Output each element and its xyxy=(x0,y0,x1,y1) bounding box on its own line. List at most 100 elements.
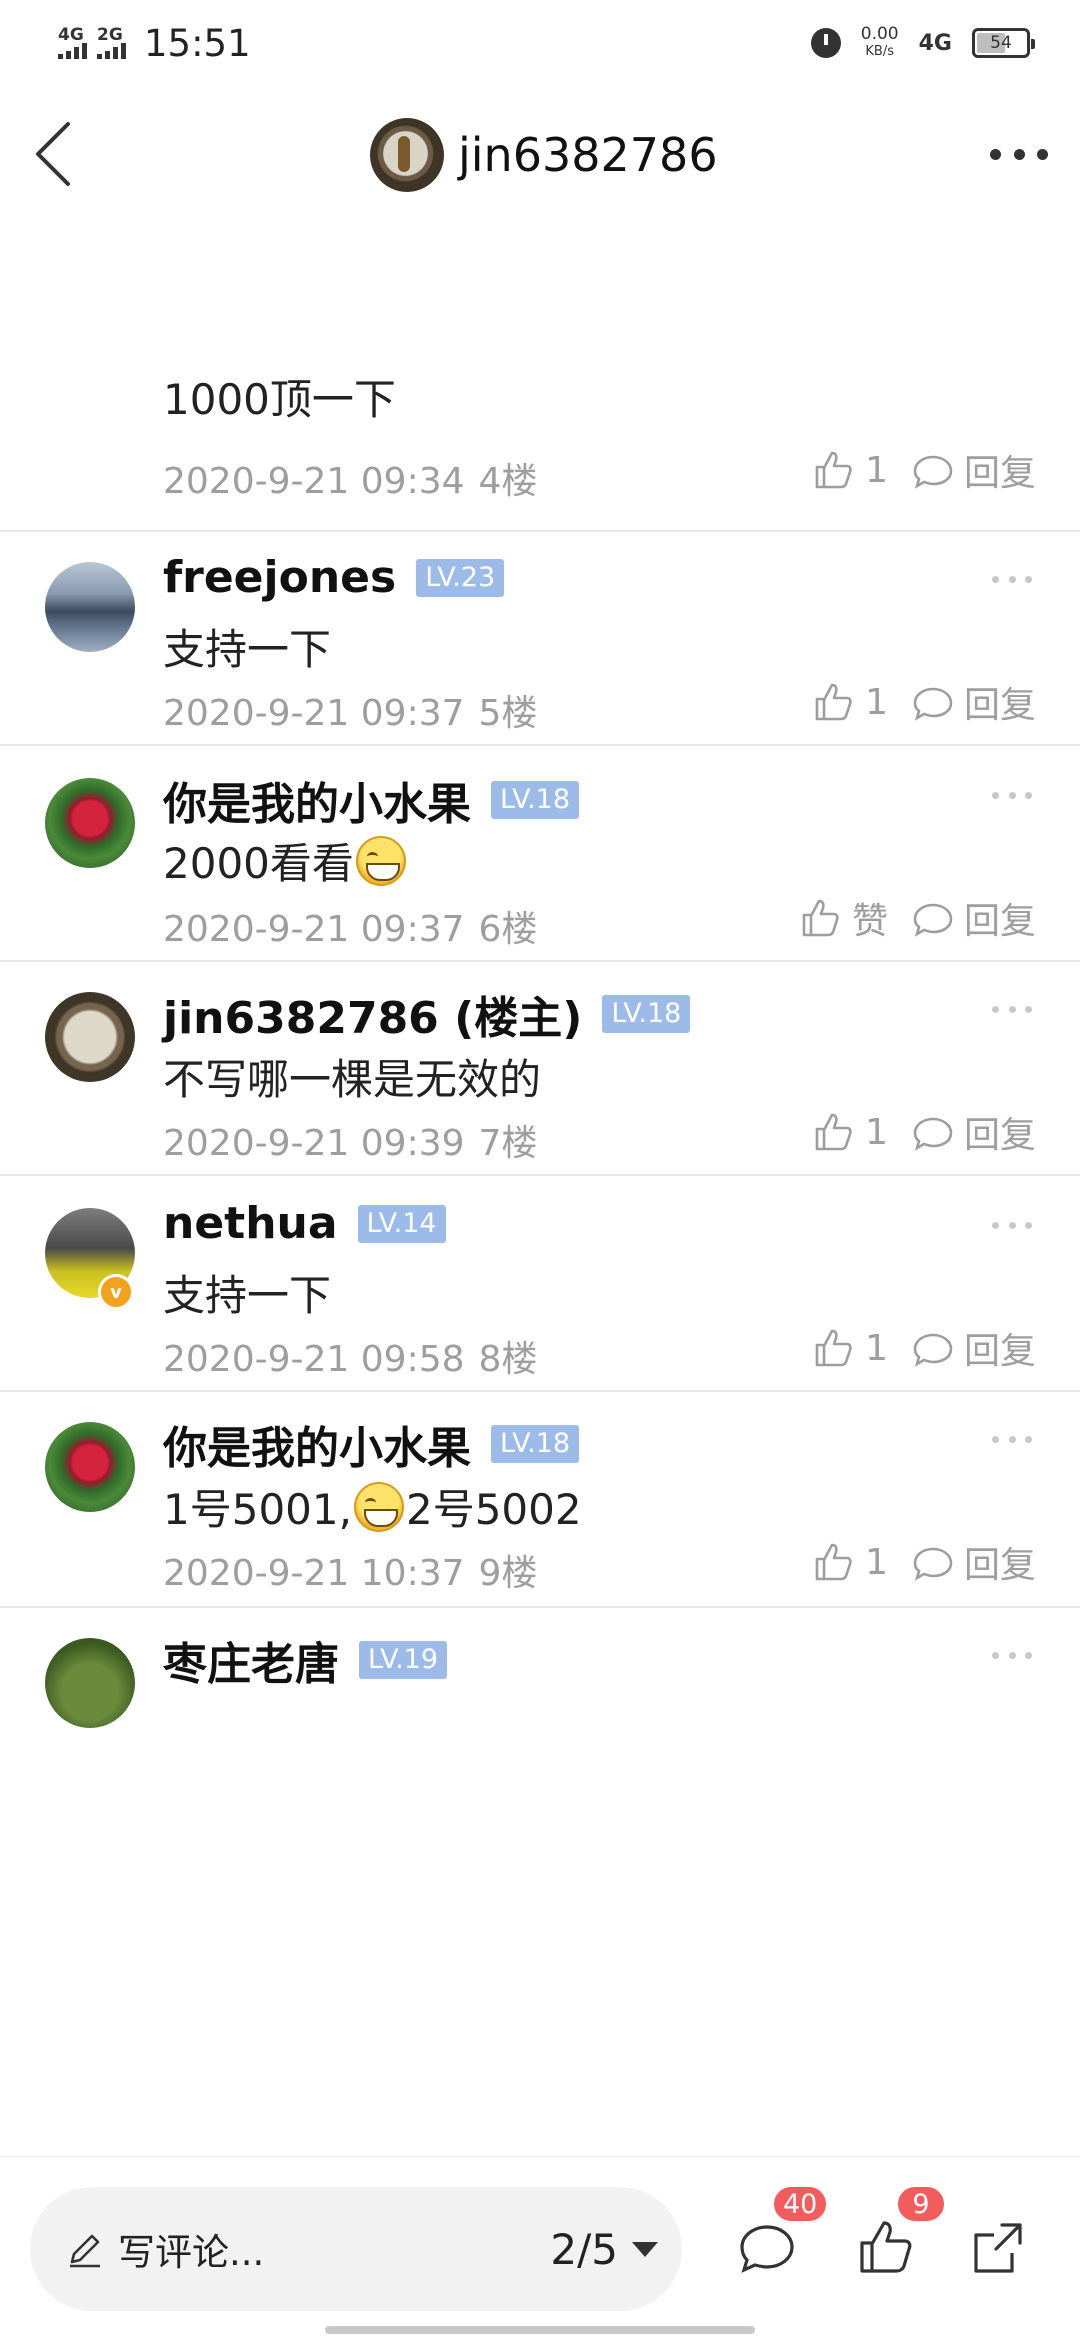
like-button[interactable]: 1 xyxy=(809,1325,888,1371)
signal-1-icon: 4G xyxy=(58,27,87,59)
level-badge: LV.18 xyxy=(491,781,580,819)
reply-label: 回复 xyxy=(963,1115,1036,1156)
comment-text: 1000顶一下 xyxy=(163,375,396,424)
back-button[interactable] xyxy=(24,114,96,194)
comment-floor: 6楼 xyxy=(478,909,538,950)
home-indicator[interactable] xyxy=(325,2326,755,2334)
comment-text: 2000看看 xyxy=(163,830,408,891)
user-avatar[interactable] xyxy=(45,992,135,1082)
comment-actions: 1 回复 xyxy=(809,444,1036,496)
reply-button[interactable]: 回复 xyxy=(910,676,1036,728)
username[interactable]: freejones xyxy=(163,552,396,603)
reply-button[interactable]: 回复 xyxy=(910,892,1036,944)
pen-icon xyxy=(64,2228,106,2270)
title-group[interactable]: jin6382786 xyxy=(370,118,718,192)
share-button[interactable] xyxy=(966,2215,1032,2281)
user-avatar[interactable] xyxy=(45,1422,135,1512)
network-type: 4G xyxy=(918,30,952,56)
reply-button[interactable]: 回复 xyxy=(910,1536,1036,1588)
author-avatar[interactable] xyxy=(370,118,444,192)
status-bar: 4G 2G 15:51 0.00 KB/s 4G 54 xyxy=(0,0,1080,86)
reply-button[interactable]: 回复 xyxy=(910,1322,1036,1374)
reply-bubble-icon xyxy=(910,1325,956,1371)
like-button[interactable]: 赞 xyxy=(796,892,888,944)
comment-floor: 8楼 xyxy=(478,1339,538,1380)
name-row: jin6382786 (楼主) LV.18 xyxy=(163,982,691,1046)
page-indicator[interactable]: 2/5 xyxy=(550,2225,618,2274)
caret-down-icon[interactable] xyxy=(632,2241,658,2257)
comment-actions: 1 回复 xyxy=(809,676,1036,728)
comment-date: 2020-9-21 10:37 xyxy=(163,1553,465,1594)
status-right: 0.00 KB/s 4G 54 xyxy=(810,24,1035,60)
more-dots-icon xyxy=(992,1652,999,1659)
user-avatar[interactable] xyxy=(45,1638,135,1728)
comment-text-part-1: 1号5001, xyxy=(163,1485,352,1534)
like-count: 1 xyxy=(865,1111,888,1153)
like-button[interactable]: 1 xyxy=(809,447,888,493)
comment-more-button[interactable] xyxy=(992,1222,1032,1230)
username[interactable]: nethua xyxy=(163,1198,338,1249)
username[interactable]: 枣庄老唐 xyxy=(163,1628,339,1692)
like-icon xyxy=(809,1325,855,1371)
comment-item: jin6382786 (楼主) LV.18 不写哪一棵是无效的 2020-9-2… xyxy=(0,962,1080,1176)
comment-text: 支持一下 xyxy=(163,625,332,674)
name-row: freejones LV.23 xyxy=(163,552,505,603)
like-button[interactable]: 1 xyxy=(809,1539,888,1585)
level-badge: LV.19 xyxy=(359,1641,448,1679)
username[interactable]: 你是我的小水果 xyxy=(163,1412,471,1476)
username[interactable]: jin6382786 (楼主) xyxy=(163,982,582,1046)
comment-item: 你是我的小水果 LV.18 2000看看 2020-9-21 09:37 6楼 赞… xyxy=(0,746,1080,962)
more-dots-icon xyxy=(992,792,999,799)
name-row: 你是我的小水果 LV.18 xyxy=(163,1412,580,1476)
comment-more-button[interactable] xyxy=(992,1006,1032,1014)
back-icon xyxy=(36,122,70,186)
bottom-bar: 写评论... 2/5 40 9 xyxy=(0,2156,1080,2340)
comment-item: 1000顶一下 2020-9-21 09:34 4楼 1 回复 xyxy=(0,226,1080,532)
like-icon xyxy=(809,1539,855,1585)
alarm-icon xyxy=(810,28,841,58)
like-post-button[interactable]: 9 xyxy=(852,2185,946,2281)
like-button[interactable]: 1 xyxy=(809,679,888,725)
comment-floor: 9楼 xyxy=(478,1553,538,1594)
comment-actions: 赞 回复 xyxy=(796,892,1036,944)
username[interactable]: 你是我的小水果 xyxy=(163,768,471,832)
comment-input[interactable]: 写评论... 2/5 xyxy=(30,2187,682,2311)
more-button[interactable] xyxy=(990,134,1048,174)
comments-button[interactable]: 40 xyxy=(734,2185,829,2281)
reply-button[interactable]: 回复 xyxy=(910,1106,1036,1158)
like-count: 1 xyxy=(865,1327,888,1369)
net-speed-value: 0.00 xyxy=(860,24,899,44)
battery-icon: 54 xyxy=(972,28,1035,58)
comment-list[interactable]: 1000顶一下 2020-9-21 09:34 4楼 1 回复 freejones… xyxy=(0,226,1080,2156)
like-button[interactable]: 1 xyxy=(809,1109,888,1155)
like-icon xyxy=(796,895,842,941)
more-icon xyxy=(990,148,1001,160)
verified-badge-icon: v xyxy=(98,1274,134,1310)
reply-bubble-icon xyxy=(910,1109,956,1155)
comment-more-button[interactable] xyxy=(992,792,1032,800)
comment-item: v nethua LV.14 支持一下 2020-9-21 09:58 8楼 1 … xyxy=(0,1176,1080,1392)
comment-more-button[interactable] xyxy=(992,1436,1032,1444)
comment-date: 2020-9-21 09:34 xyxy=(163,461,465,502)
comment-more-button[interactable] xyxy=(992,1652,1032,1660)
reply-button[interactable]: 回复 xyxy=(910,444,1036,496)
user-avatar[interactable] xyxy=(45,562,135,652)
comment-more-button[interactable] xyxy=(992,576,1032,584)
level-badge: LV.14 xyxy=(357,1204,446,1243)
more-dots-icon xyxy=(992,1436,999,1443)
comment-meta: 2020-9-21 09:58 8楼 xyxy=(163,1330,537,1382)
reply-bubble-icon xyxy=(910,1539,956,1585)
reply-label: 回复 xyxy=(963,1331,1036,1372)
comment-meta: 2020-9-21 09:39 7楼 xyxy=(163,1114,537,1166)
comment-meta: 2020-9-21 09:37 6楼 xyxy=(163,900,537,952)
comment-placeholder: 写评论... xyxy=(118,2231,265,2274)
grin-emoji-icon xyxy=(353,1481,404,1532)
user-avatar[interactable] xyxy=(45,778,135,868)
comment-floor: 5楼 xyxy=(478,693,538,734)
comment-text-part-2: 2号5002 xyxy=(405,1485,582,1534)
comment-text: 不写哪一棵是无效的 xyxy=(163,1055,542,1104)
reply-bubble-icon xyxy=(910,447,956,493)
comment-icon xyxy=(740,2225,794,2273)
comment-text: 支持一下 xyxy=(163,1271,332,1320)
comment-date: 2020-9-21 09:58 xyxy=(163,1339,465,1380)
